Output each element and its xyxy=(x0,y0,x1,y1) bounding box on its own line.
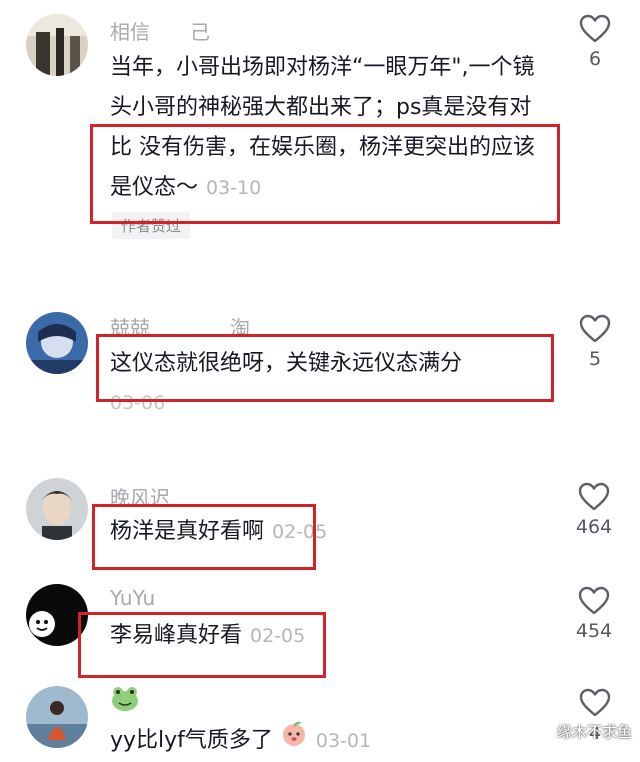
highlight-box xyxy=(90,124,560,224)
like-count: 454 xyxy=(575,620,613,642)
like-count: 6 xyxy=(588,48,602,70)
highlight-box xyxy=(96,334,554,402)
heart-outline-icon xyxy=(564,482,624,512)
like-count: 5 xyxy=(588,348,602,370)
like-count: 464 xyxy=(575,516,613,538)
like-button[interactable]: 464 xyxy=(564,482,624,538)
heart-outline-icon xyxy=(572,688,618,718)
like-button[interactable]: 6 xyxy=(572,14,618,70)
avatar[interactable] xyxy=(26,686,88,748)
avatar[interactable] xyxy=(26,312,88,374)
watermark: 缘木不求鱼 xyxy=(556,723,632,741)
username[interactable]: YuYu xyxy=(110,586,155,610)
peach-face-icon xyxy=(280,720,308,762)
username-sticker[interactable] xyxy=(110,684,140,717)
comment-text: yy比lyf气质多了 03-01 xyxy=(110,720,570,762)
highlight-box xyxy=(78,612,326,678)
frog-sticker-icon xyxy=(112,687,138,711)
comment-item: yy比lyf气质多了 03-01 4 xyxy=(0,680,640,754)
avatar[interactable] xyxy=(26,14,88,76)
heart-outline-icon xyxy=(572,314,618,344)
avatar-image xyxy=(26,478,88,540)
heart-outline-icon xyxy=(564,586,624,616)
comment-time: 03-01 xyxy=(315,730,372,752)
comment-body: yy比lyf气质多了 xyxy=(110,728,273,753)
avatar-image xyxy=(26,14,88,76)
avatar-image xyxy=(26,312,88,374)
username[interactable]: 相信 己 xyxy=(110,16,210,45)
avatar[interactable] xyxy=(26,478,88,540)
like-button[interactable]: 454 xyxy=(564,586,624,642)
avatar-image xyxy=(26,686,88,748)
heart-outline-icon xyxy=(572,14,618,44)
highlight-box xyxy=(92,504,316,570)
like-button[interactable]: 5 xyxy=(572,314,618,370)
